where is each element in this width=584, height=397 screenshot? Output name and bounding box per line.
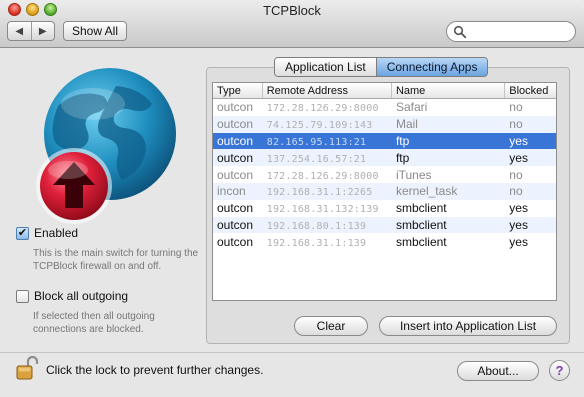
name-cell: iTunes [395, 167, 432, 182]
back-arrow-icon[interactable]: ◀ [8, 22, 32, 40]
type-cell: outcon [217, 150, 254, 165]
forward-arrow-icon[interactable]: ▶ [32, 22, 55, 40]
clear-button[interactable]: Clear [294, 316, 368, 336]
connections-table[interactable]: Type Remote Address Name Blocked outcon … [212, 82, 557, 301]
type-cell: outcon [217, 167, 254, 182]
type-cell: outcon [217, 133, 254, 148]
insert-into-application-list-button[interactable]: Insert into Application List [379, 316, 557, 336]
table-row[interactable]: outcon 74.125.79.109:143 Mail no [213, 115, 556, 133]
blocked-cell: yes [509, 150, 528, 165]
block-all-checkbox[interactable] [16, 289, 29, 303]
block-all-hint: If selected then all outgoing connection… [33, 311, 155, 335]
address-cell: 172.28.126.29:8000 [266, 170, 379, 182]
enabled-checkbox-row[interactable]: ✔ Enabled [16, 226, 78, 240]
tab-bar: Application List Connecting Apps [274, 57, 489, 77]
column-header-type[interactable]: Type [213, 83, 263, 98]
lock-status-text: Click the lock to prevent further change… [46, 363, 264, 377]
name-cell: smbclient [395, 234, 447, 249]
enabled-label: Enabled [34, 226, 79, 240]
blocked-cell: no [509, 100, 523, 115]
address-cell: 192.168.31.1:139 [266, 237, 367, 249]
column-header-remote-address[interactable]: Remote Address [263, 83, 392, 98]
show-all-button[interactable]: Show All [63, 21, 127, 41]
type-cell: outcon [217, 117, 254, 132]
address-cell: 82.165.95.113:21 [266, 136, 367, 148]
blocked-cell: no [509, 184, 523, 199]
table-row-selected[interactable]: outcon 82.165.95.113:21 ftp yes [213, 132, 556, 150]
back-forward-control: ◀ ▶ [7, 21, 55, 41]
column-header-name[interactable]: Name [392, 83, 506, 98]
tab-connecting-apps[interactable]: Connecting Apps [375, 58, 488, 76]
blocked-cell: yes [509, 217, 528, 232]
table-row[interactable]: incon 192.168.31.1:2265 kernel_task no [213, 182, 556, 200]
blocked-cell: yes [509, 201, 528, 216]
tab-application-list[interactable]: Application List [275, 58, 376, 76]
address-cell: 192.168.80.1:139 [266, 220, 367, 232]
blocked-cell: yes [509, 133, 528, 148]
type-cell: outcon [217, 100, 254, 115]
name-cell: smbclient [395, 217, 447, 232]
unlocked-padlock-icon[interactable] [16, 355, 38, 381]
type-cell: outcon [217, 234, 254, 249]
type-cell: incon [217, 184, 246, 199]
globe-icon [36, 68, 176, 224]
name-cell: Mail [395, 117, 418, 132]
enabled-checkbox[interactable]: ✔ [16, 226, 29, 240]
address-cell: 192.168.31.1:2265 [266, 187, 373, 199]
table-row[interactable]: outcon 192.168.31.1:139 smbclient yes [213, 233, 556, 250]
title-bar: TCPBlock ◀ ▶ Show All [0, 0, 584, 48]
table-row[interactable]: outcon 137.254.16.57:21 ftp yes [213, 149, 556, 167]
type-cell: outcon [217, 217, 254, 232]
address-cell: 192.168.31.132:139 [266, 204, 379, 216]
name-cell: ftp [395, 150, 410, 165]
address-cell: 74.125.79.109:143 [266, 120, 373, 132]
name-cell: Safari [395, 100, 428, 115]
preferences-window: TCPBlock ◀ ▶ Show All ✔ Enabled This is … [0, 0, 584, 397]
table-row[interactable]: outcon 172.28.126.29:8000 Safari no [213, 99, 556, 116]
address-cell: 137.254.16.57:21 [266, 153, 367, 165]
blocked-cell: no [509, 117, 523, 132]
enabled-hint: This is the main switch for turning the … [33, 248, 199, 272]
name-cell: smbclient [395, 201, 447, 216]
search-field[interactable] [446, 21, 576, 42]
column-header-blocked[interactable]: Blocked [505, 83, 556, 98]
block-all-checkbox-row[interactable]: Block all outgoing [16, 289, 128, 303]
block-all-label: Block all outgoing [34, 289, 129, 303]
upload-arrow-icon [36, 148, 112, 224]
help-button[interactable]: ? [549, 360, 570, 381]
table-row[interactable]: outcon 172.28.126.29:8000 iTunes no [213, 166, 556, 183]
table-row[interactable]: outcon 192.168.31.132:139 smbclient yes [213, 200, 556, 217]
type-cell: outcon [217, 201, 254, 216]
name-cell: ftp [395, 133, 410, 148]
table-header: Type Remote Address Name Blocked [213, 83, 556, 99]
table-row[interactable]: outcon 192.168.80.1:139 smbclient yes [213, 216, 556, 234]
blocked-cell: no [509, 167, 523, 182]
about-button[interactable]: About... [457, 361, 539, 381]
search-icon [453, 25, 467, 39]
blocked-cell: yes [509, 234, 528, 249]
footer-divider [0, 352, 584, 353]
window-title: TCPBlock [263, 3, 321, 18]
address-cell: 172.28.126.29:8000 [266, 103, 379, 115]
name-cell: kernel_task [395, 184, 458, 199]
